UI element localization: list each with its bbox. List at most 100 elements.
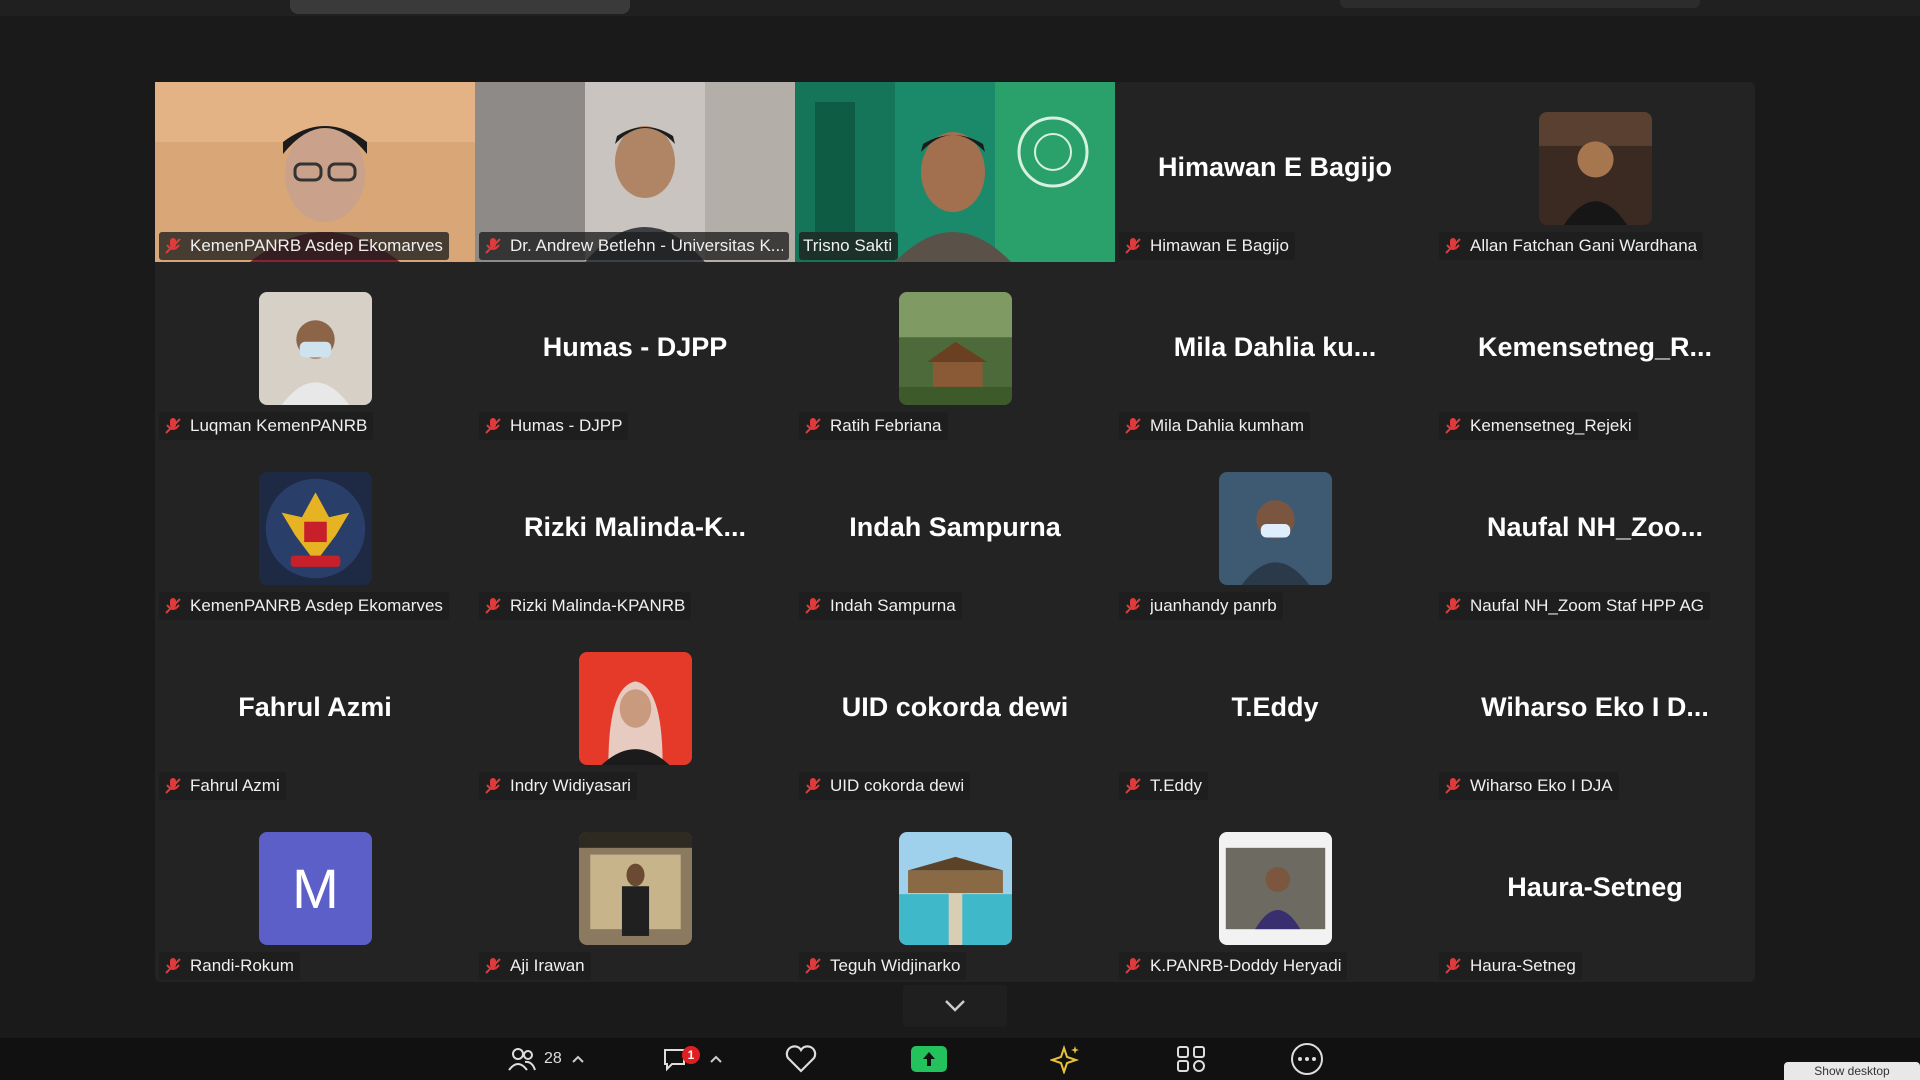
breakout-rooms-button[interactable] bbox=[1175, 1038, 1207, 1080]
heart-icon bbox=[785, 1045, 817, 1073]
participant-label: Mila Dahlia kumham bbox=[1119, 412, 1310, 440]
muted-mic-icon bbox=[805, 778, 821, 794]
muted-mic-icon bbox=[1125, 598, 1141, 614]
participant-name: Allan Fatchan Gani Wardhana bbox=[1470, 236, 1698, 255]
participant-label: KemenPANRB Asdep Ekomarves bbox=[159, 232, 449, 260]
participant-tile[interactable]: Wiharso Eko I D... Wiharso Eko I DJA bbox=[1435, 622, 1755, 802]
participant-avatar bbox=[899, 832, 1012, 945]
participant-tile[interactable]: Dr. Andrew Betlehn - Universitas K... bbox=[475, 82, 795, 262]
share-screen-button[interactable] bbox=[911, 1038, 947, 1080]
participant-label: Kemensetneg_Rejeki bbox=[1439, 412, 1638, 440]
muted-mic-icon bbox=[805, 958, 821, 974]
participant-display-name: Indah Sampurna bbox=[849, 512, 1061, 542]
participant-tile[interactable]: Luqman KemenPANRB bbox=[155, 262, 475, 442]
participant-name: Ratih Febriana bbox=[830, 416, 942, 435]
muted-mic-icon bbox=[165, 778, 181, 794]
participant-avatar bbox=[899, 292, 1012, 405]
participant-name: KemenPANRB Asdep Ekomarves bbox=[190, 596, 443, 615]
participant-avatar bbox=[1219, 472, 1332, 585]
muted-mic-icon bbox=[1445, 598, 1461, 614]
participant-avatar bbox=[1539, 112, 1652, 225]
active-speaker-tile[interactable]: Trisno Sakti bbox=[795, 82, 1115, 262]
participant-avatar: M bbox=[259, 832, 372, 945]
participant-name: Wiharso Eko I DJA bbox=[1470, 776, 1613, 795]
participant-label: Indah Sampurna bbox=[799, 592, 962, 620]
participant-tile[interactable]: juanhandy panrb bbox=[1115, 442, 1435, 622]
reactions-button[interactable] bbox=[784, 1038, 818, 1080]
muted-mic-icon bbox=[805, 418, 821, 434]
participant-tile[interactable]: Teguh Widjinarko bbox=[795, 802, 1115, 982]
muted-mic-icon bbox=[805, 598, 821, 614]
participant-tile[interactable]: KemenPANRB Asdep Ekomarves bbox=[155, 442, 475, 622]
participant-name: Kemensetneg_Rejeki bbox=[1470, 416, 1632, 435]
chevron-up-icon[interactable] bbox=[572, 1055, 584, 1063]
muted-mic-icon bbox=[485, 958, 501, 974]
participant-tile[interactable]: T.Eddy T.Eddy bbox=[1115, 622, 1435, 802]
meeting-toolbar: 28 1 bbox=[0, 1038, 1920, 1080]
top-right-control[interactable] bbox=[1340, 0, 1700, 8]
participant-label: Fahrul Azmi bbox=[159, 772, 286, 800]
chevron-down-icon bbox=[945, 1000, 965, 1012]
participant-tile[interactable]: UID cokorda dewi UID cokorda dewi bbox=[795, 622, 1115, 802]
participant-tile[interactable]: Rizki Malinda-K... Rizki Malinda-KPANRB bbox=[475, 442, 795, 622]
muted-mic-icon bbox=[165, 958, 181, 974]
participant-label: Trisno Sakti bbox=[799, 232, 899, 260]
participant-tile[interactable]: Haura-Setneg Haura-Setneg bbox=[1435, 802, 1755, 982]
participant-name: Teguh Widjinarko bbox=[830, 956, 961, 975]
participant-label: UID cokorda dewi bbox=[799, 772, 971, 800]
participant-tile[interactable]: Allan Fatchan Gani Wardhana bbox=[1435, 82, 1755, 262]
participant-label: Aji Irawan bbox=[479, 952, 591, 980]
participant-label: Humas - DJPP bbox=[479, 412, 629, 440]
participants-button[interactable]: 28 bbox=[508, 1038, 584, 1080]
muted-mic-icon bbox=[485, 238, 501, 254]
muted-mic-icon bbox=[1445, 238, 1461, 254]
participant-name: Rizki Malinda-KPANRB bbox=[510, 596, 686, 615]
participant-name: Himawan E Bagijo bbox=[1150, 236, 1289, 255]
participant-name: Dr. Andrew Betlehn - Universitas K... bbox=[510, 236, 783, 255]
apps-button[interactable] bbox=[1050, 1038, 1082, 1080]
sparkle-icon bbox=[1050, 1044, 1080, 1074]
gallery-grid: KemenPANRB Asdep Ekomarves Dr. Andrew Be… bbox=[155, 82, 1755, 982]
participant-display-name: Wiharso Eko I D... bbox=[1481, 692, 1709, 722]
participant-avatar bbox=[579, 652, 692, 765]
participant-display-name: Fahrul Azmi bbox=[238, 692, 392, 722]
participant-tile[interactable]: Fahrul Azmi Fahrul Azmi bbox=[155, 622, 475, 802]
participant-label: juanhandy panrb bbox=[1119, 592, 1283, 620]
participant-label: Ratih Febriana bbox=[799, 412, 948, 440]
chat-button[interactable]: 1 bbox=[662, 1038, 732, 1080]
participant-label: Luqman KemenPANRB bbox=[159, 412, 374, 440]
participant-label: Rizki Malinda-KPANRB bbox=[479, 592, 692, 620]
participant-tile[interactable]: Himawan E Bagijo Himawan E Bagijo bbox=[1115, 82, 1435, 262]
participant-name: Luqman KemenPANRB bbox=[190, 416, 368, 435]
muted-mic-icon bbox=[1125, 238, 1141, 254]
more-button[interactable] bbox=[1290, 1038, 1324, 1080]
participant-label: Indry Widiyasari bbox=[479, 772, 637, 800]
participant-tile[interactable]: Kemensetneg_R... Kemensetneg_Rejeki bbox=[1435, 262, 1755, 442]
participant-tile[interactable]: Humas - DJPP Humas - DJPP bbox=[475, 262, 795, 442]
next-page-button[interactable] bbox=[903, 985, 1007, 1027]
participant-tile[interactable]: KemenPANRB Asdep Ekomarves bbox=[155, 82, 475, 262]
participant-tile[interactable]: Aji Irawan bbox=[475, 802, 795, 982]
participant-name: Randi-Rokum bbox=[190, 956, 294, 975]
participant-tile[interactable]: M Randi-Rokum bbox=[155, 802, 475, 982]
participant-tile[interactable]: Indah Sampurna Indah Sampurna bbox=[795, 442, 1115, 622]
chevron-up-icon[interactable] bbox=[710, 1055, 722, 1063]
participant-name: Indry Widiyasari bbox=[510, 776, 631, 795]
muted-mic-icon bbox=[1445, 418, 1461, 434]
participant-label: Himawan E Bagijo bbox=[1119, 232, 1295, 260]
participant-tile[interactable]: Indry Widiyasari bbox=[475, 622, 795, 802]
participant-label: Randi-Rokum bbox=[159, 952, 300, 980]
participant-tile[interactable]: Ratih Febriana bbox=[795, 262, 1115, 442]
participant-label: Teguh Widjinarko bbox=[799, 952, 967, 980]
participant-display-name: Humas - DJPP bbox=[542, 332, 728, 362]
participant-tile[interactable]: K.PANRB-Doddy Heryadi bbox=[1115, 802, 1435, 982]
participant-avatar bbox=[259, 472, 372, 585]
participant-tile[interactable]: Naufal NH_Zoo... Naufal NH_Zoom Staf HPP… bbox=[1435, 442, 1755, 622]
view-selector[interactable] bbox=[290, 0, 630, 14]
participant-tile[interactable]: Mila Dahlia ku... Mila Dahlia kumham bbox=[1115, 262, 1435, 442]
participant-display-name: UID cokorda dewi bbox=[841, 692, 1069, 722]
show-desktop-button[interactable]: Show desktop bbox=[1784, 1062, 1920, 1080]
participant-label: Naufal NH_Zoom Staf HPP AG bbox=[1439, 592, 1711, 620]
participant-label: KemenPANRB Asdep Ekomarves bbox=[159, 592, 449, 620]
participant-name: Haura-Setneg bbox=[1470, 956, 1576, 975]
